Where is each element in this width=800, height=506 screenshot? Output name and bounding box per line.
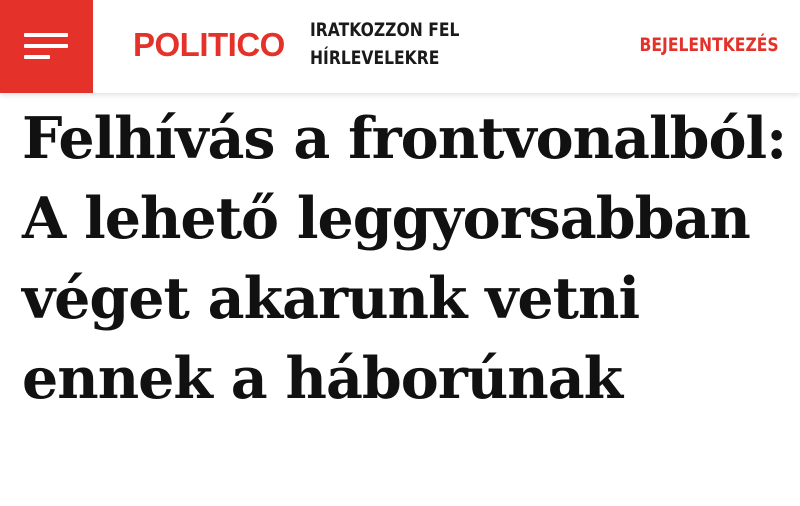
article-headline: Felhívás a frontvonalból: A lehető leggy… bbox=[22, 105, 787, 412]
politico-logo[interactable]: POLITICO bbox=[133, 27, 285, 63]
newsletter-signup-link[interactable]: IRATKOZZON FEL HÍRLEVELEKRE bbox=[310, 16, 460, 72]
menu-button[interactable] bbox=[0, 0, 93, 93]
newsletter-line-1: IRATKOZZON FEL bbox=[310, 19, 460, 41]
newsletter-line-2: HÍRLEVELEKRE bbox=[310, 47, 440, 69]
site-header: POLITICO IRATKOZZON FEL HÍRLEVELEKRE BEJ… bbox=[0, 0, 800, 93]
login-link[interactable]: BEJELENTKEZÉS bbox=[640, 31, 779, 59]
